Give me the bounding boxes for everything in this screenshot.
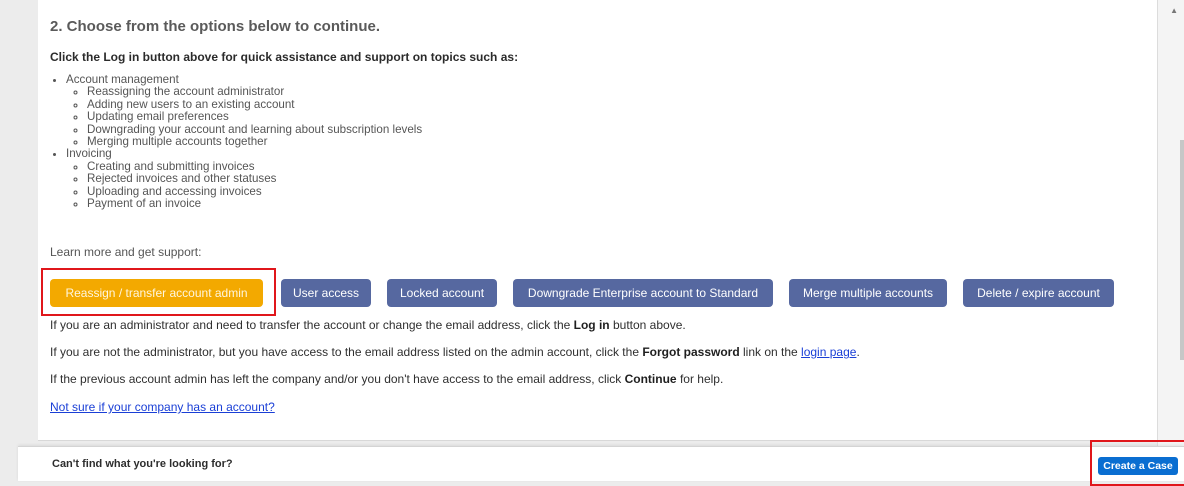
topic-label: Account management	[66, 73, 179, 86]
continue-instructions: If the previous account admin has left t…	[50, 372, 723, 386]
non-admin-instructions: If you are not the administrator, but yo…	[50, 345, 860, 359]
footer-prompt: Can't find what you're looking for?	[52, 458, 233, 470]
scroll-up-icon[interactable]: ▲	[1170, 6, 1178, 15]
scrollbar-thumb[interactable]	[1180, 140, 1184, 360]
continue-emphasis: Continue	[624, 372, 677, 386]
section-heading: 2. Choose from the options below to cont…	[50, 18, 380, 35]
continue-text-end: for help.	[676, 372, 724, 386]
support-label: Learn more and get support:	[50, 245, 202, 259]
login-emphasis: Log in	[573, 318, 610, 332]
topic-item: Merging multiple accounts together	[87, 135, 422, 148]
topic-account-management: Account management Reassigning the accou…	[66, 73, 422, 148]
user-access-button[interactable]: User access	[281, 279, 371, 307]
locked-account-button[interactable]: Locked account	[387, 279, 497, 307]
intro-text: Click the Log in button above for quick …	[50, 50, 519, 64]
delete-expire-account-button[interactable]: Delete / expire account	[963, 279, 1114, 307]
topics-list: Account management Reassigning the accou…	[48, 73, 422, 210]
topic-item: Payment of an invoice	[87, 197, 422, 210]
topic-item: Updating email preferences	[87, 110, 422, 123]
topic-item: Reassigning the account administrator	[87, 85, 422, 98]
admin-text: If you are an administrator and need to …	[50, 318, 574, 332]
non-admin-text-mid: link on the	[739, 345, 802, 359]
non-admin-text: If you are not the administrator, but yo…	[50, 345, 643, 359]
topic-item: Rejected invoices and other statuses	[87, 172, 422, 185]
create-case-button[interactable]: Create a Case	[1098, 457, 1178, 475]
admin-instructions: If you are an administrator and need to …	[50, 318, 686, 332]
topic-invoicing: Invoicing Creating and submitting invoic…	[66, 148, 422, 210]
merge-accounts-button[interactable]: Merge multiple accounts	[789, 279, 947, 307]
non-admin-text-end: .	[856, 345, 860, 359]
login-page-link[interactable]: login page	[801, 345, 856, 359]
footer-bar: Can't find what you're looking for? Crea…	[18, 446, 1184, 481]
topic-label: Invoicing	[66, 147, 112, 161]
not-sure-row: Not sure if your company has an account?	[50, 400, 275, 414]
not-sure-link[interactable]: Not sure if your company has an account?	[50, 400, 275, 414]
forgot-password-emphasis: Forgot password	[642, 345, 740, 359]
continue-text: If the previous account admin has left t…	[50, 372, 625, 386]
downgrade-enterprise-button[interactable]: Downgrade Enterprise account to Standard	[513, 279, 773, 307]
admin-text-end: button above.	[609, 318, 686, 332]
scrollbar[interactable]: ▲	[1157, 0, 1184, 446]
reassign-admin-button[interactable]: Reassign / transfer account admin	[50, 279, 263, 307]
